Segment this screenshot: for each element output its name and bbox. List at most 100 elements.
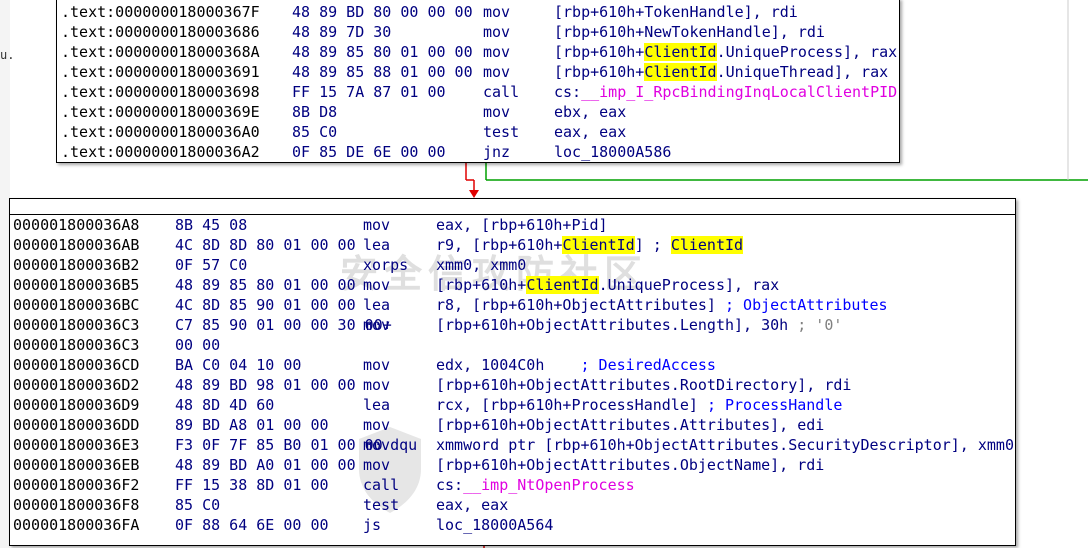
operand-text: [rbp+610h+ — [554, 43, 645, 61]
opcode-bytes: 48 89 BD 98 01 00 00 — [175, 376, 356, 394]
instruction-address: 000001800036BC — [13, 296, 140, 314]
instruction-operand[interactable]: rcx, [rbp+610h+ProcessHandle] ; ProcessH… — [436, 395, 842, 415]
instruction-row[interactable]: 000001800036EB 48 89 BD A0 01 00 00 mov [rb… — [10, 455, 1015, 475]
instruction-operand[interactable]: [rbp+610h+ObjectAttributes.ObjectName], … — [436, 455, 824, 475]
basic-block-2[interactable]: 安全信攻防社区 000001800036A8 8B 45 08 mov eax, [r… — [9, 198, 1016, 546]
highlighted-identifier[interactable]: ClientId — [526, 276, 599, 294]
instruction-operand[interactable]: eax, [rbp+610h+Pid] — [436, 215, 608, 235]
instruction-mnemonic[interactable]: xorps — [363, 255, 408, 275]
instruction-mnemonic[interactable]: test — [483, 122, 519, 142]
instruction-row[interactable]: 000001800036DD 89 BD A8 01 00 00 mov [rbp+6… — [10, 415, 1015, 435]
instruction-mnemonic[interactable]: mov — [363, 315, 390, 335]
instruction-mnemonic[interactable]: js — [363, 515, 381, 535]
instruction-row[interactable]: 000001800036F8 85 C0 test eax, eax — [10, 495, 1015, 515]
instruction-row[interactable]: 000001800036C3 C7 85 90 01 00 00 30 00+ mo… — [10, 315, 1015, 335]
opcode-bytes: 4C 8D 8D 80 01 00 00 — [175, 236, 356, 254]
instruction-mnemonic[interactable]: mov — [363, 215, 390, 235]
instruction-operand[interactable]: [rbp+610h+TokenHandle], rdi — [554, 2, 798, 22]
instruction-operand[interactable]: ebx, eax — [554, 102, 626, 122]
operand-text: edx, 1004C0h — [436, 356, 581, 374]
instruction-address: 000001800036CD — [13, 356, 140, 374]
instruction-mnemonic[interactable]: call — [483, 82, 519, 102]
instruction-mnemonic[interactable]: mov — [363, 275, 390, 295]
instruction-operand[interactable]: [rbp+610h+ClientId.UniqueProcess], rax — [436, 275, 779, 295]
instruction-mnemonic[interactable]: lea — [363, 295, 390, 315]
highlighted-identifier[interactable]: ClientId — [644, 43, 717, 61]
operand-text: [rbp+610h+NewTokenHandle], rdi — [554, 23, 825, 41]
operand-text: rcx, [rbp+610h+ProcessHandle] — [436, 396, 707, 414]
instruction-row[interactable]: 000001800036A8 8B 45 08 mov eax, [rbp+610h+… — [10, 215, 1015, 235]
instruction-address: 000001800036DD — [13, 416, 140, 434]
instruction-row[interactable]: 000001800036F2 FF 15 38 8D 01 00 call cs:__… — [10, 475, 1015, 495]
opcode-bytes: FF 15 38 8D 01 00 — [175, 476, 329, 494]
instruction-row[interactable]: .text:00000001800036A0 85 C0 test eax, eax — [57, 122, 899, 142]
instruction-operand[interactable]: [rbp+610h+ObjectAttributes.Length], 30h … — [436, 315, 842, 335]
instruction-operand[interactable]: [rbp+610h+ClientId.UniqueProcess], rax — [554, 42, 897, 62]
instruction-mnemonic[interactable]: mov — [483, 2, 510, 22]
instruction-row[interactable]: .text:000000018000367F 48 89 BD 80 00 00 … — [57, 2, 899, 22]
instruction-row[interactable]: .text:0000000180003686 48 89 7D 30 mov [rbp… — [57, 22, 899, 42]
instruction-mnemonic[interactable]: mov — [483, 62, 510, 82]
instruction-row[interactable]: 000001800036D9 48 8D 4D 60 lea rcx, [rbp+61… — [10, 395, 1015, 415]
instruction-address: 000001800036C3 — [13, 316, 140, 334]
highlighted-identifier[interactable]: ClientId — [644, 63, 717, 81]
instruction-operand[interactable]: xmmword ptr [rbp+610h+ObjectAttributes.S… — [436, 435, 1014, 455]
instruction-row[interactable]: 000001800036B5 48 89 85 80 01 00 00 mov [rb… — [10, 275, 1015, 295]
instruction-row[interactable]: .text:0000000180003698 FF 15 7A 87 01 00 c… — [57, 82, 899, 102]
instruction-mnemonic[interactable]: test — [363, 495, 399, 515]
instruction-mnemonic[interactable]: mov — [363, 375, 390, 395]
instruction-row[interactable]: 000001800036BC 4C 8D 85 90 01 00 00 lea r8,… — [10, 295, 1015, 315]
instruction-address: 000001800036EB — [13, 456, 140, 474]
instruction-operand[interactable]: r9, [rbp+610h+ClientId] ; ClientId — [436, 235, 744, 255]
instruction-operand[interactable]: loc_18000A564 — [436, 515, 553, 535]
instruction-operand[interactable]: [rbp+610h+ObjectAttributes.Attributes], … — [436, 415, 824, 435]
instruction-row[interactable]: .text:00000001800036A2 0F 85 DE 6E 00 00 j… — [57, 142, 899, 162]
instruction-operand[interactable]: [rbp+610h+ClientId.UniqueThread], rax — [554, 62, 888, 82]
instruction-operand[interactable]: eax, eax — [554, 122, 626, 142]
instruction-row[interactable]: 000001800036AB 4C 8D 8D 80 01 00 00 lea r9,… — [10, 235, 1015, 255]
instruction-row[interactable]: 000001800036E3 F3 0F 7F 85 B0 01 00 00 mov… — [10, 435, 1015, 455]
comment-text: ; DesiredAccess — [580, 356, 716, 374]
instruction-operand[interactable]: cs:__imp_NtOpenProcess — [436, 475, 635, 495]
instruction-mnemonic[interactable]: mov — [363, 355, 390, 375]
instruction-row[interactable]: 000001800036FA 0F 88 64 6E 00 00 js loc_180… — [10, 515, 1015, 535]
instruction-row[interactable]: .text:000000018000369E 8B D8 mov ebx, eax — [57, 102, 899, 122]
instruction-operand[interactable]: r8, [rbp+610h+ObjectAttributes] ; Object… — [436, 295, 888, 315]
instruction-row[interactable]: 000001800036CD BA C0 04 10 00 mov edx, 1004… — [10, 355, 1015, 375]
instruction-mnemonic[interactable]: mov — [483, 22, 510, 42]
highlighted-identifier[interactable]: ClientId — [562, 236, 635, 254]
operand-text: [rbp+610h+TokenHandle], rdi — [554, 3, 798, 21]
operand-text: eax, [rbp+610h+Pid] — [436, 216, 608, 234]
highlighted-identifier[interactable]: ClientId — [670, 236, 744, 254]
instruction-row[interactable]: .text:000000018000368A 48 89 85 80 01 00 … — [57, 42, 899, 62]
opcode-bytes: 48 89 85 80 01 00 00 — [292, 43, 473, 61]
instruction-row[interactable]: 000001800036D2 48 89 BD 98 01 00 00 mov [rb… — [10, 375, 1015, 395]
instruction-operand[interactable]: xmm0, xmm0 — [436, 255, 526, 275]
operand-text: .UniqueProcess], rax — [598, 276, 780, 294]
instruction-operand[interactable]: edx, 1004C0h ; DesiredAccess — [436, 355, 716, 375]
instruction-mnemonic[interactable]: lea — [363, 235, 390, 255]
instruction-mnemonic[interactable]: movdqu — [363, 435, 417, 455]
instruction-address: 000001800036AB — [13, 236, 140, 254]
instruction-row[interactable]: 000001800036C3 00 00 — [10, 335, 1015, 355]
instruction-mnemonic[interactable]: mov — [483, 42, 510, 62]
instruction-mnemonic[interactable]: jnz — [483, 142, 510, 162]
import-symbol[interactable]: __imp_I_RpcBindingInqLocalClientPID — [581, 83, 897, 101]
instruction-operand[interactable]: [rbp+610h+ObjectAttributes.RootDirectory… — [436, 375, 851, 395]
instruction-mnemonic[interactable]: mov — [363, 415, 390, 435]
opcode-bytes: 0F 88 64 6E 00 00 — [175, 516, 329, 534]
basic-block-1[interactable]: .text:000000018000367F 48 89 BD 80 00 00 … — [56, 0, 900, 163]
instruction-operand[interactable]: eax, eax — [436, 495, 508, 515]
instruction-operand[interactable]: loc_18000A586 — [554, 142, 671, 162]
operand-text: ] ; — [634, 236, 671, 254]
opcode-bytes: 48 8D 4D 60 — [175, 396, 275, 414]
instruction-operand[interactable]: [rbp+610h+NewTokenHandle], rdi — [554, 22, 825, 42]
import-symbol[interactable]: __imp_NtOpenProcess — [463, 476, 635, 494]
instruction-mnemonic[interactable]: lea — [363, 395, 390, 415]
instruction-mnemonic[interactable]: mov — [363, 455, 390, 475]
instruction-operand[interactable]: cs:__imp_I_RpcBindingInqLocalClientPID — [554, 82, 897, 102]
instruction-mnemonic[interactable]: mov — [483, 102, 510, 122]
instruction-row[interactable]: .text:0000000180003691 48 89 85 88 01 00 … — [57, 62, 899, 82]
instruction-row[interactable]: 000001800036B2 0F 57 C0 xorps xmm0, xmm0 — [10, 255, 1015, 275]
instruction-mnemonic[interactable]: call — [363, 475, 399, 495]
